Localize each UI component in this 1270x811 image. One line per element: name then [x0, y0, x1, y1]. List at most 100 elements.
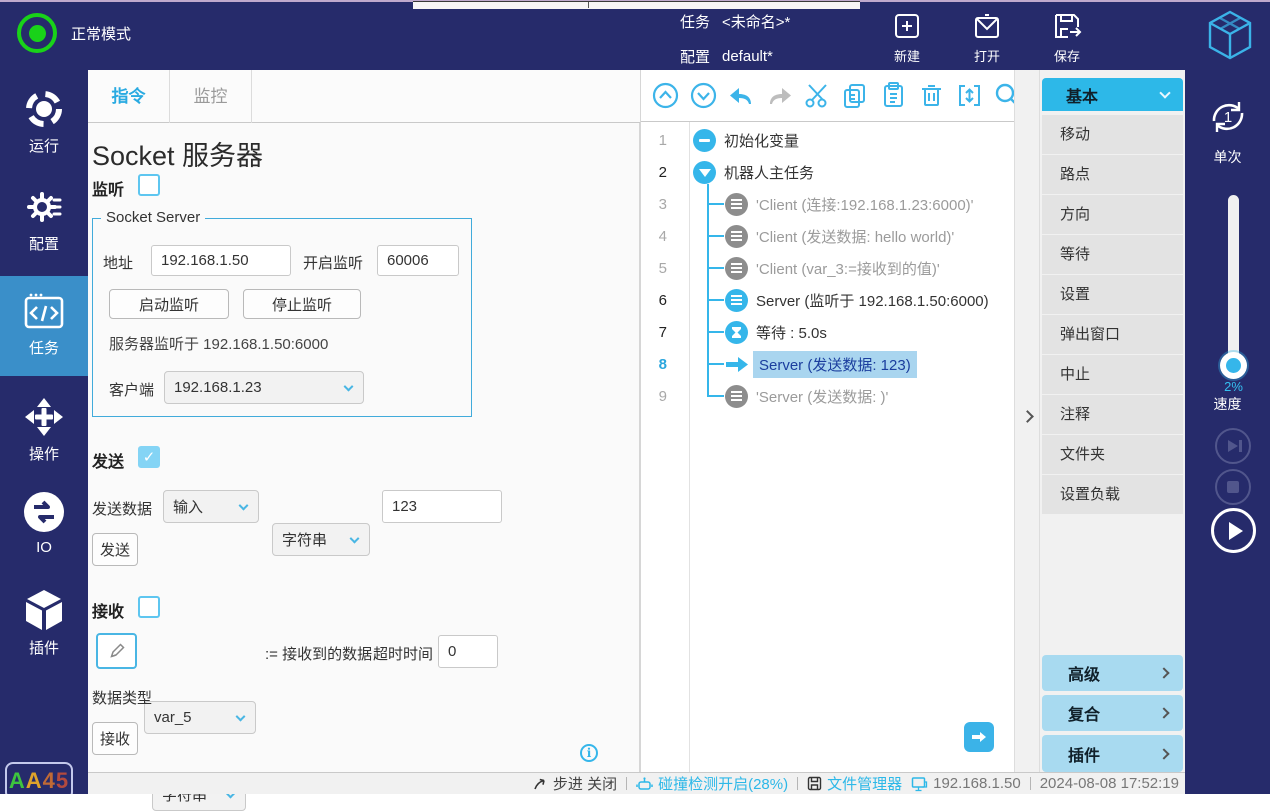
tab-monitor[interactable]: 监控	[170, 70, 252, 123]
menu-circle-icon	[725, 257, 748, 280]
palette-group-composite[interactable]: 复合	[1042, 695, 1183, 731]
tree-row-1[interactable]: 1 初始化变量	[641, 124, 1015, 156]
single-cycle-label: 单次	[1185, 147, 1270, 167]
send-button[interactable]: 发送	[92, 533, 138, 566]
info-icon[interactable]	[580, 744, 598, 762]
send-value-input[interactable]	[382, 490, 502, 523]
run-icon	[23, 88, 65, 130]
step-cursor-icon	[532, 776, 548, 792]
tree-row-7[interactable]: 7 等待 : 5.0s	[641, 316, 1015, 348]
controller-ip: 192.168.1.50	[911, 775, 1021, 792]
chevron-down-icon	[344, 381, 354, 391]
send-type-select[interactable]: 字符串	[272, 523, 370, 556]
page-title: Socket 服务器	[92, 134, 263, 173]
sidebar-item-plugin[interactable]: 插件	[0, 588, 88, 658]
tree-row-3[interactable]: 3 'Client (连接:192.168.1.23:6000)'	[641, 188, 1015, 220]
arrow-right-icon	[971, 731, 987, 743]
robot-id-badge[interactable]: AA45	[5, 762, 73, 794]
panel-expander[interactable]	[1014, 70, 1040, 772]
insert-line-icon[interactable]	[955, 81, 984, 110]
copy-icon[interactable]	[841, 81, 870, 110]
send-label: 发送	[92, 448, 124, 472]
delete-icon[interactable]	[917, 81, 946, 110]
tab-instruction[interactable]: 指令	[88, 70, 170, 123]
single-cycle-button[interactable]: 1 单次	[1185, 95, 1270, 167]
tree-row-text: Server (监听于 192.168.1.50:6000)	[756, 290, 989, 311]
server-status-text: 服务器监听于 192.168.1.50:6000	[109, 333, 328, 354]
floppy-icon	[807, 776, 822, 791]
sidebar-item-io[interactable]: IO	[0, 490, 88, 556]
sidebar-item-task[interactable]: 任务	[0, 276, 88, 376]
palette-item-wait[interactable]: 等待	[1042, 235, 1183, 274]
receive-button[interactable]: 接收	[92, 722, 138, 755]
speed-slider-track[interactable]	[1228, 195, 1239, 377]
tree-row-5[interactable]: 5 'Client (var_3:=接收到的值)'	[641, 252, 1015, 284]
palette-item-direction[interactable]: 方向	[1042, 195, 1183, 234]
redo-icon[interactable]	[765, 81, 794, 110]
menu-circle-icon	[725, 225, 748, 248]
file-manager-link[interactable]: 文件管理器	[807, 773, 902, 794]
sidebar-item-run[interactable]: 运行	[0, 88, 88, 156]
collision-detect-status[interactable]: 碰撞检测开启(28%)	[636, 773, 788, 794]
sidebar-item-operate[interactable]: 操作	[0, 396, 88, 464]
tree-row-2[interactable]: 2 机器人主任务	[641, 156, 1015, 188]
undo-icon[interactable]	[727, 81, 756, 110]
address-input[interactable]	[151, 245, 291, 276]
stop-button[interactable]	[1215, 469, 1251, 505]
tree-row-4[interactable]: 4 'Client (发送数据: hello world)'	[641, 220, 1015, 252]
palette-item-abort[interactable]: 中止	[1042, 355, 1183, 394]
open-task-button[interactable]: 打开	[958, 10, 1016, 65]
palette-group-basic[interactable]: 基本	[1042, 78, 1183, 111]
collapse-all-icon[interactable]	[651, 81, 680, 110]
tree-row-9[interactable]: 9 'Server (发送数据: )'	[641, 380, 1015, 412]
jump-to-line-button[interactable]	[964, 722, 994, 752]
step-mode-status[interactable]: 步进 关闭	[532, 773, 617, 794]
palette-item-comment[interactable]: 注释	[1042, 395, 1183, 434]
start-listen-button[interactable]: 启动监听	[109, 289, 229, 319]
sidebar-item-config[interactable]: 配置	[0, 186, 88, 254]
divider	[797, 777, 798, 790]
tree-row-6[interactable]: 6 Server (监听于 192.168.1.50:6000)	[641, 284, 1015, 316]
palette-item-waypoint[interactable]: 路点	[1042, 155, 1183, 194]
paste-icon[interactable]	[879, 81, 908, 110]
tree-row-8-selected[interactable]: 8 Server (发送数据: 123)	[641, 348, 1015, 380]
speed-slider-handle[interactable]	[1220, 352, 1247, 379]
play-button[interactable]	[1211, 508, 1256, 553]
palette-item-payload[interactable]: 设置负载	[1042, 475, 1183, 514]
collapse-triangle-icon[interactable]	[693, 161, 716, 184]
edit-variable-button[interactable]	[96, 633, 137, 669]
palette-group-plugin[interactable]: 插件	[1042, 735, 1183, 772]
badge-char: A	[9, 768, 26, 794]
palette-item-popup[interactable]: 弹出窗口	[1042, 315, 1183, 354]
palette-group-advanced[interactable]: 高级	[1042, 655, 1183, 691]
listen-label: 监听	[92, 176, 124, 200]
tree-row-text: 机器人主任务	[724, 162, 814, 183]
palette-item-folder[interactable]: 文件夹	[1042, 435, 1183, 474]
receive-checkbox[interactable]	[138, 596, 160, 618]
sidebar-label-config: 配置	[0, 233, 88, 254]
panel-tabs: 指令 监控	[88, 70, 640, 123]
send-source-select[interactable]: 输入	[163, 490, 259, 523]
timeout-input[interactable]	[438, 635, 498, 668]
stop-listen-button[interactable]: 停止监听	[243, 289, 361, 319]
expand-all-icon[interactable]	[689, 81, 718, 110]
save-task-button[interactable]: 保存	[1038, 10, 1096, 65]
palette-item-move[interactable]: 移动	[1042, 115, 1183, 154]
sidebar-label-plugin: 插件	[0, 637, 88, 658]
single-cycle-icon: 1	[1205, 95, 1251, 139]
client-select[interactable]: 192.168.1.23	[164, 371, 364, 404]
chevron-down-icon	[1159, 87, 1170, 98]
send-type-value: 字符串	[282, 529, 327, 550]
send-checkbox[interactable]	[138, 446, 160, 468]
chevron-down-icon	[236, 711, 246, 721]
chevron-down-icon	[239, 500, 249, 510]
palette-item-set[interactable]: 设置	[1042, 275, 1183, 314]
port-input[interactable]	[377, 245, 459, 276]
capture-artifact-tick	[588, 2, 589, 8]
step-next-button[interactable]	[1215, 428, 1251, 464]
cut-icon[interactable]	[803, 81, 832, 110]
listen-checkbox[interactable]	[138, 174, 160, 196]
new-task-button[interactable]: 新建	[878, 10, 936, 65]
receive-var-select[interactable]: var_5	[144, 701, 256, 734]
save-task-label: 保存	[1054, 49, 1080, 64]
